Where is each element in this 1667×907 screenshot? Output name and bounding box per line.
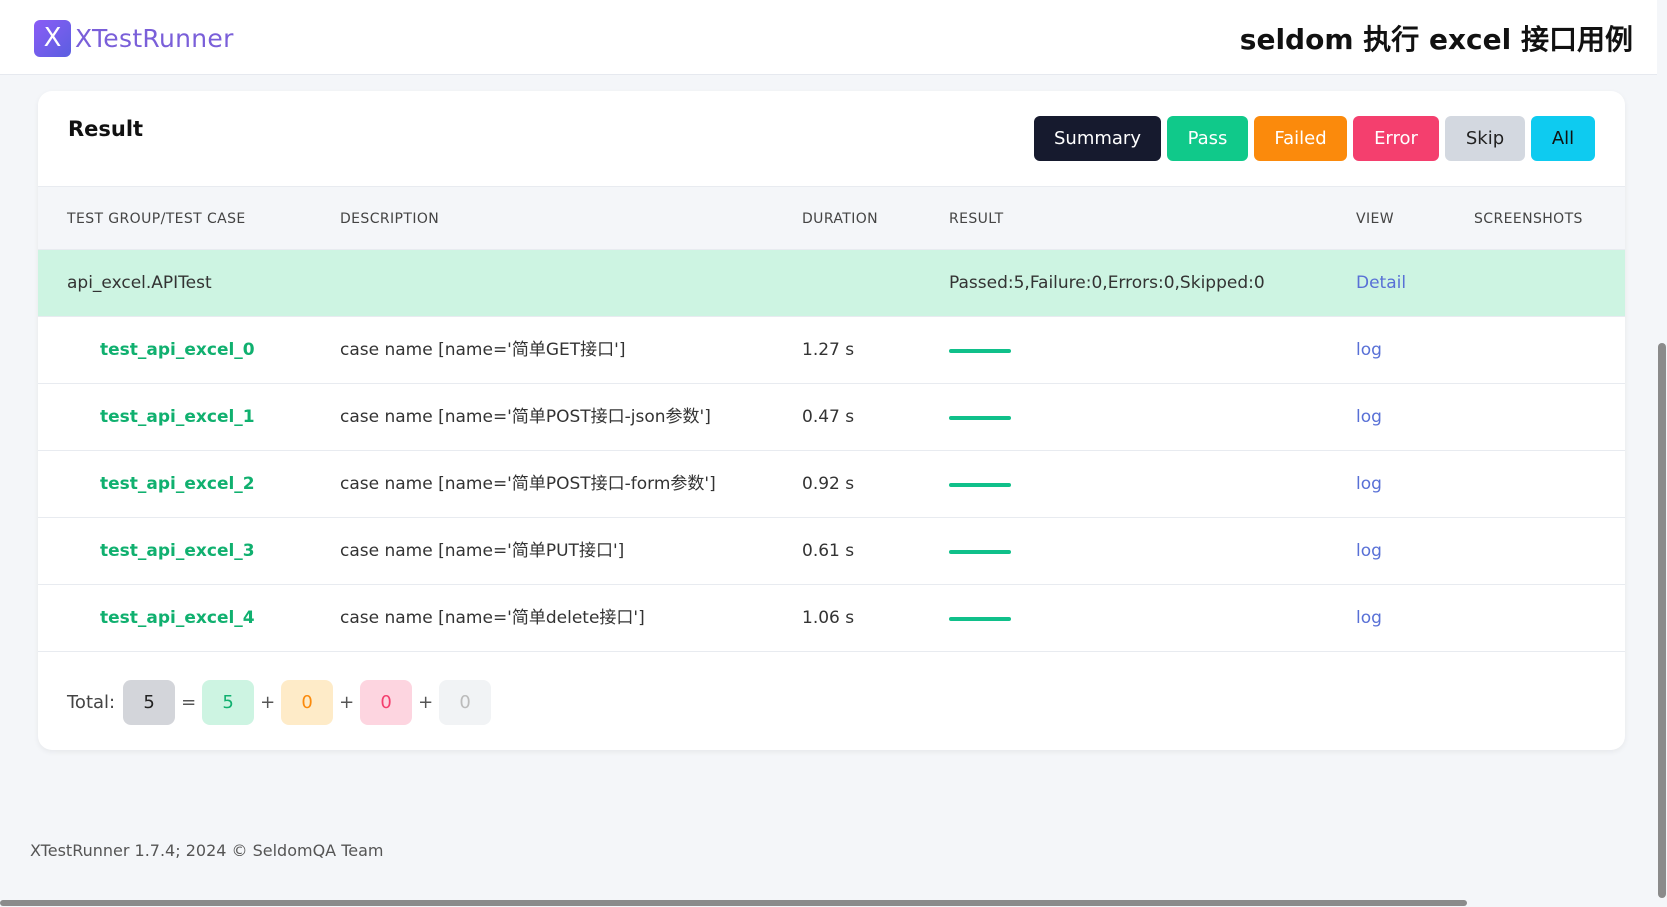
case-description: case name [name='简单POST接口-json参数'] [340, 407, 711, 427]
table-row: test_api_excel_4 case name [name='简单dele… [38, 585, 1625, 652]
table-row: test_api_excel_3 case name [name='简单PUT接… [38, 518, 1625, 585]
case-duration: 0.92 s [802, 474, 855, 494]
pass-status-bar [949, 416, 1011, 420]
case-duration: 0.47 s [802, 407, 855, 427]
case-description: case name [name='简单PUT接口'] [340, 541, 625, 561]
header-view: VIEW [1356, 211, 1394, 227]
equals-sign: = [181, 692, 197, 713]
case-description: case name [name='简单POST接口-form参数'] [340, 474, 716, 494]
page-title: seldom 执行 excel 接口用例 [1239, 23, 1633, 56]
pass-status-bar [949, 349, 1011, 353]
plus-sign: + [418, 692, 434, 713]
case-description: case name [name='简单delete接口'] [340, 608, 645, 628]
summary-button[interactable]: Summary [1034, 116, 1161, 161]
table-row: test_api_excel_1 case name [name='简单POST… [38, 384, 1625, 451]
case-log-link[interactable]: log [1356, 585, 1382, 652]
footer-text: XTestRunner 1.7.4; 2024 © SeldomQA Team [30, 841, 384, 860]
skip-count-badge: 0 [439, 680, 492, 725]
table-header-row: TEST GROUP/TEST CASE DESCRIPTION DURATIO… [38, 186, 1625, 250]
pass-status-bar [949, 617, 1011, 621]
result-card: Result Summary Pass Failed Error Skip Al… [38, 91, 1625, 750]
totals-label: Total: [67, 692, 116, 713]
pass-count-badge: 5 [202, 680, 255, 725]
total-count-badge: 5 [123, 680, 176, 725]
failed-filter-button[interactable]: Failed [1254, 116, 1347, 161]
top-header: X XTestRunner seldom 执行 excel 接口用例 [0, 0, 1667, 75]
header-description: DESCRIPTION [340, 211, 440, 227]
case-name: test_api_excel_1 [100, 407, 255, 427]
filter-buttons: Summary Pass Failed Error Skip All [1034, 116, 1595, 161]
results-table: TEST GROUP/TEST CASE DESCRIPTION DURATIO… [38, 186, 1625, 652]
error-count-badge: 0 [360, 680, 413, 725]
card-title: Result [68, 117, 144, 141]
case-duration: 1.06 s [802, 608, 855, 628]
plus-sign: + [260, 692, 276, 713]
case-duration: 1.27 s [802, 340, 855, 360]
report-page: X XTestRunner seldom 执行 excel 接口用例 Resul… [0, 0, 1667, 907]
case-log-link[interactable]: log [1356, 317, 1382, 384]
case-log-link[interactable]: log [1356, 451, 1382, 518]
group-name: api_excel.APITest [67, 273, 212, 293]
pass-status-bar [949, 550, 1011, 554]
header-screenshots: SCREENSHOTS [1474, 211, 1583, 227]
group-result: Passed:5,Failure:0,Errors:0,Skipped:0 [949, 273, 1265, 293]
vertical-scrollbar[interactable] [1657, 0, 1667, 907]
table-row: test_api_excel_0 case name [name='简单GET接… [38, 317, 1625, 384]
pass-filter-button[interactable]: Pass [1167, 116, 1248, 161]
case-name: test_api_excel_0 [100, 340, 255, 360]
header-duration: DURATION [802, 211, 879, 227]
group-detail-link[interactable]: Detail [1356, 250, 1406, 317]
case-name: test_api_excel_4 [100, 608, 255, 628]
skip-filter-button[interactable]: Skip [1445, 116, 1525, 161]
case-log-link[interactable]: log [1356, 384, 1382, 451]
logo-icon: X [34, 19, 71, 57]
pass-status-bar [949, 483, 1011, 487]
failed-count-badge: 0 [281, 680, 334, 725]
horizontal-scrollbar-thumb[interactable] [0, 900, 1467, 906]
case-name: test_api_excel_2 [100, 474, 255, 494]
test-group-row: api_excel.APITest Passed:5,Failure:0,Err… [38, 250, 1625, 317]
totals-summary: Total: 5 = 5 + 0 + 0 + 0 [67, 680, 492, 725]
case-name: test_api_excel_3 [100, 541, 255, 561]
case-log-link[interactable]: log [1356, 518, 1382, 585]
vertical-scrollbar-thumb[interactable] [1658, 343, 1666, 898]
table-row: test_api_excel_2 case name [name='简单POST… [38, 451, 1625, 518]
plus-sign: + [339, 692, 355, 713]
header-result: RESULT [949, 211, 1004, 227]
error-filter-button[interactable]: Error [1353, 116, 1439, 161]
case-description: case name [name='简单GET接口'] [340, 340, 626, 360]
header-group-case: TEST GROUP/TEST CASE [67, 211, 246, 227]
logo[interactable]: X XTestRunner [34, 19, 234, 57]
all-filter-button[interactable]: All [1531, 116, 1595, 161]
logo-text: XTestRunner [75, 23, 234, 53]
case-duration: 0.61 s [802, 541, 855, 561]
